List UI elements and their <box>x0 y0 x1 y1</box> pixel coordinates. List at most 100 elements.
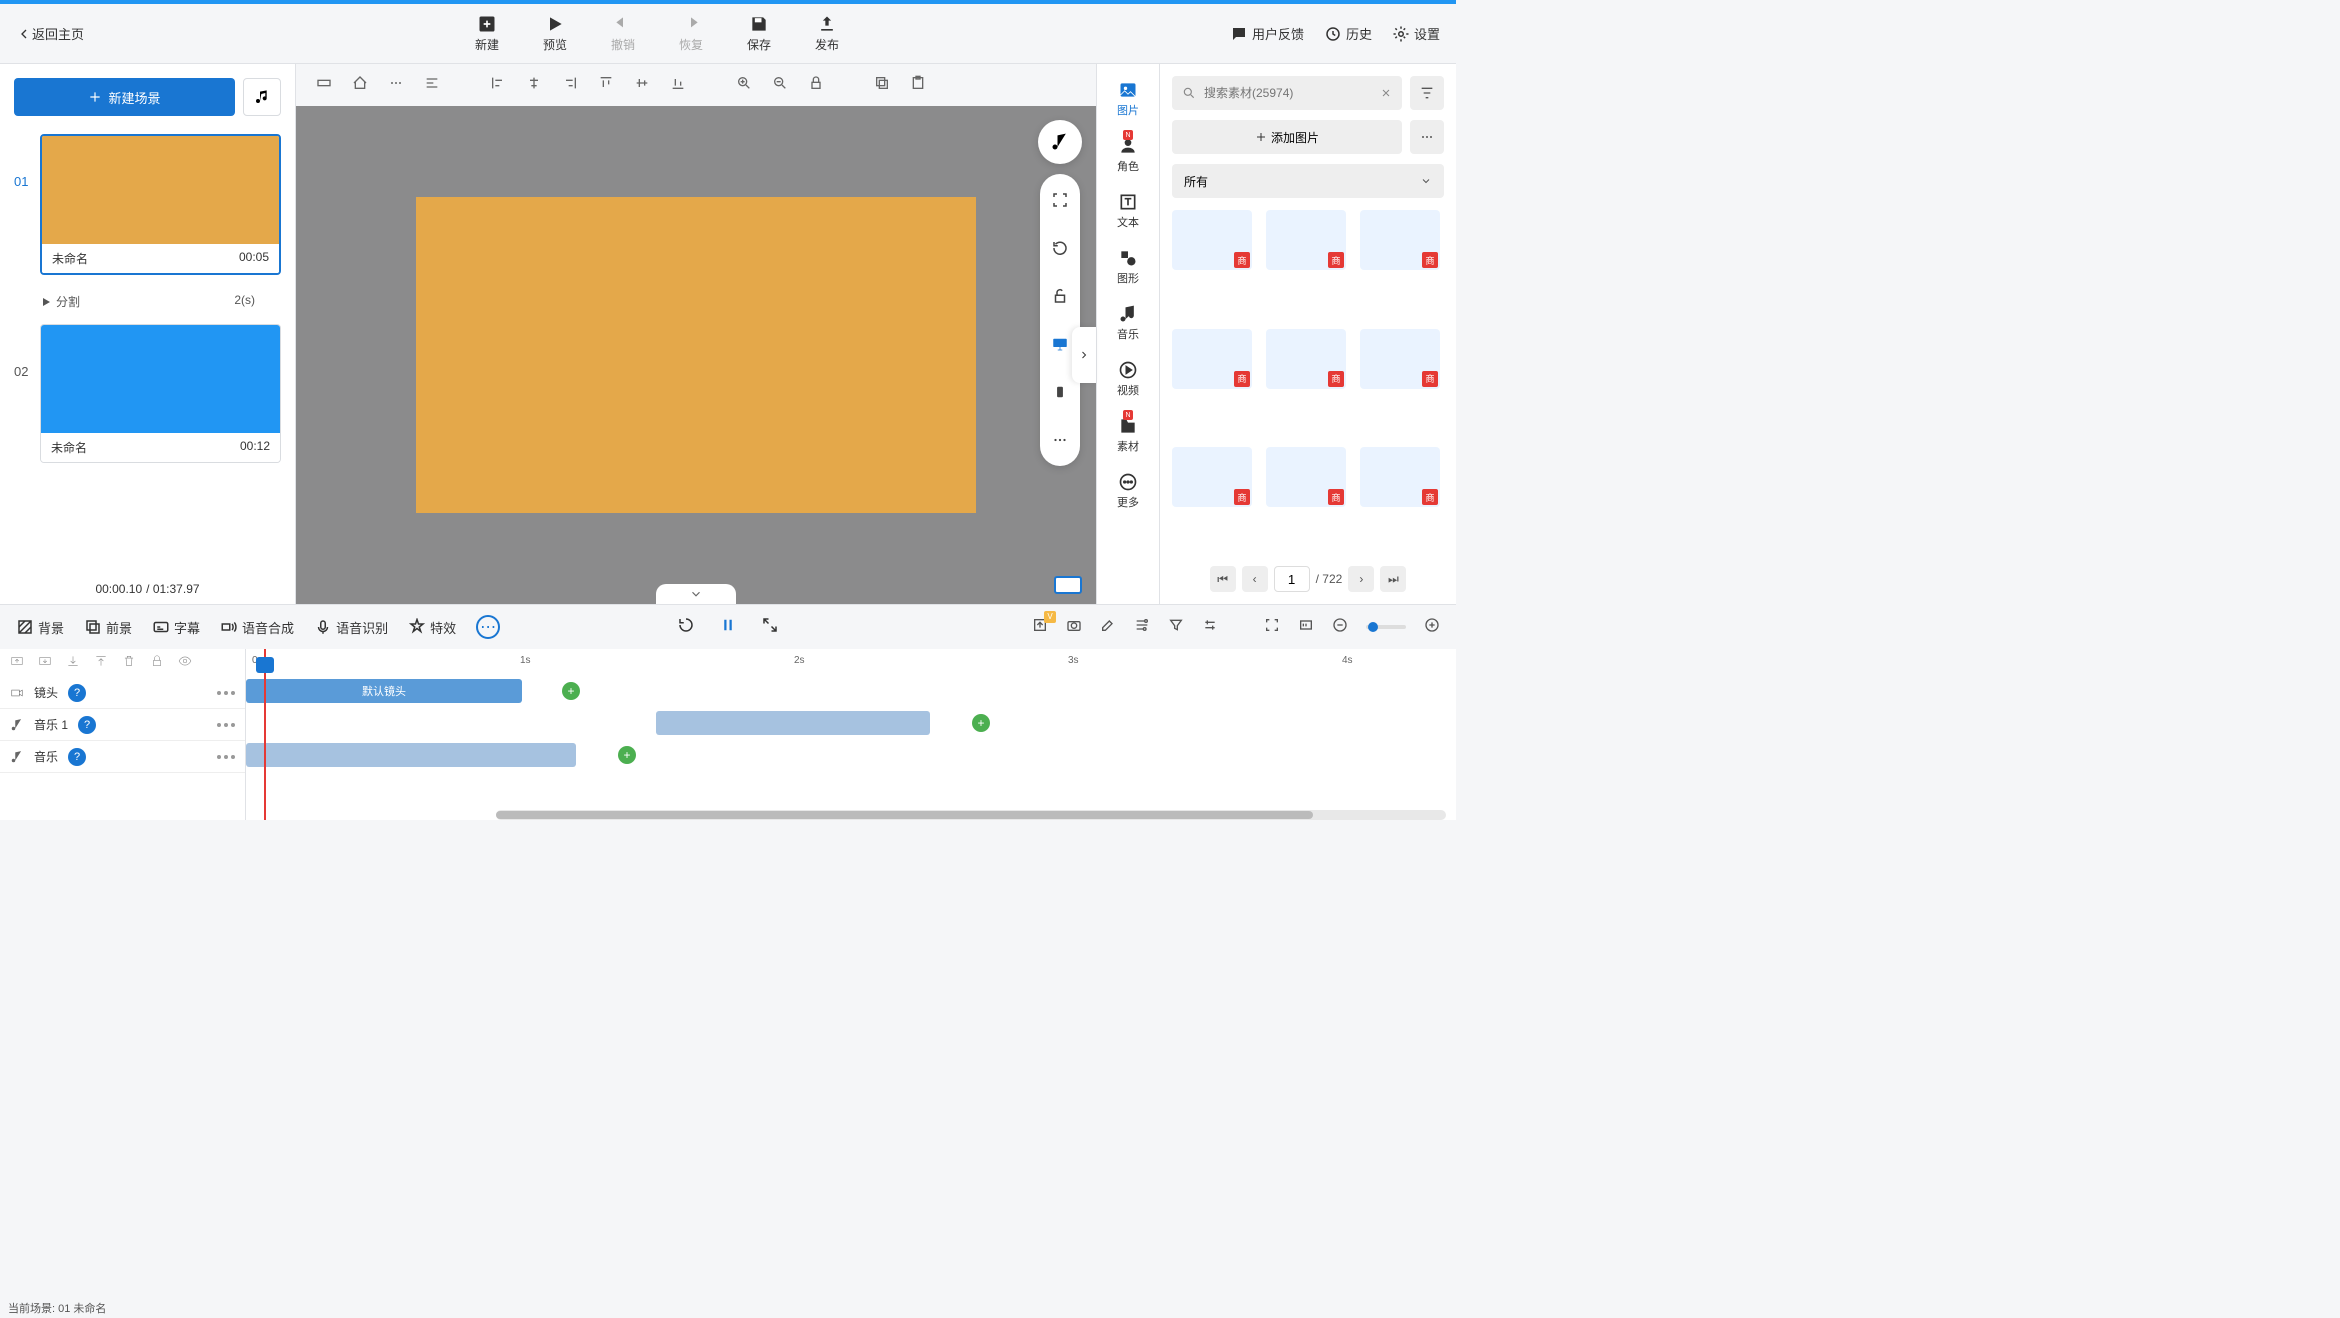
first-page-button[interactable]: ⏮ <box>1210 566 1236 592</box>
fit-icon[interactable] <box>1264 617 1280 638</box>
add-clip-button[interactable]: + <box>618 746 636 764</box>
add-clip-button[interactable]: + <box>562 682 580 700</box>
folder-in-icon[interactable] <box>10 654 24 673</box>
copy-icon[interactable] <box>874 75 890 96</box>
history-button[interactable]: 历史 <box>1324 24 1372 43</box>
expand-right-button[interactable] <box>1072 327 1096 383</box>
asset-tile[interactable]: 商 <box>1266 447 1346 507</box>
new-button[interactable]: 新建 <box>475 14 499 53</box>
zoom-in-tl-icon[interactable] <box>1424 617 1440 638</box>
fg-tab[interactable]: 前景 <box>84 618 132 637</box>
zoom-in-icon[interactable] <box>736 75 752 96</box>
more-tools-button[interactable]: ⋯ <box>476 615 500 639</box>
help-icon[interactable]: ? <box>68 684 86 702</box>
more-options-button[interactable] <box>1410 120 1444 154</box>
zoom-out-icon[interactable] <box>772 75 788 96</box>
filter-icon[interactable] <box>1168 617 1184 638</box>
camera-clip[interactable]: 默认镜头 <box>246 679 522 703</box>
track-music[interactable]: 音乐 ? <box>0 741 245 773</box>
asset-tile[interactable]: 商 <box>1266 329 1346 389</box>
more-icon[interactable] <box>388 75 404 96</box>
bg-tab[interactable]: 背景 <box>16 618 64 637</box>
audio-clip-1[interactable] <box>656 711 930 735</box>
back-button[interactable]: 返回主页 <box>16 24 84 43</box>
tab-role[interactable]: N角色 <box>1117 132 1139 178</box>
more-dots-icon[interactable] <box>1044 424 1076 456</box>
last-page-button[interactable]: ⏭ <box>1380 566 1406 592</box>
add-clip-button[interactable]: + <box>972 714 990 732</box>
expand-button[interactable] <box>761 616 779 639</box>
fullscreen-icon[interactable] <box>1044 184 1076 216</box>
eye-icon[interactable] <box>178 654 192 673</box>
paste-icon[interactable] <box>910 75 926 96</box>
align-left-icon[interactable] <box>424 75 440 96</box>
category-select[interactable]: 所有 <box>1172 164 1444 198</box>
filter-button[interactable] <box>1410 76 1444 110</box>
split-row[interactable]: 分割 2(s) <box>14 289 281 310</box>
clear-icon[interactable] <box>1380 87 1392 99</box>
rotate-icon[interactable] <box>1044 232 1076 264</box>
tab-more[interactable]: 更多 <box>1117 468 1139 514</box>
trash-icon[interactable] <box>122 654 136 673</box>
publish-button[interactable]: 发布 <box>815 14 839 53</box>
camera-icon[interactable] <box>1066 617 1082 638</box>
scene-item-2[interactable]: 02 未命名00:12 <box>14 324 281 463</box>
timeline-scrollbar[interactable] <box>496 810 1446 820</box>
feedback-button[interactable]: 用户反馈 <box>1230 24 1304 43</box>
settings-icon[interactable] <box>1134 617 1150 638</box>
ruler-icon[interactable] <box>316 75 332 96</box>
save-button[interactable]: 保存 <box>747 14 771 53</box>
tab-text[interactable]: 文本 <box>1117 188 1139 234</box>
align-t-icon[interactable] <box>598 75 614 96</box>
subtitle-tab[interactable]: 字幕 <box>152 618 200 637</box>
align-m-icon[interactable] <box>634 75 650 96</box>
tab-video[interactable]: 视频 <box>1117 356 1139 402</box>
rewind-button[interactable] <box>677 616 695 639</box>
zoom-slider[interactable] <box>1366 625 1406 629</box>
asr-tab[interactable]: 语音识别 <box>314 618 388 637</box>
search-input[interactable] <box>1172 76 1402 110</box>
page-input[interactable] <box>1274 566 1310 592</box>
scene-item-1[interactable]: 01 未命名00:05 <box>14 134 281 275</box>
audio-clip-2[interactable] <box>246 743 576 767</box>
help-icon[interactable]: ? <box>78 716 96 734</box>
fx-tab[interactable]: 特效 <box>408 618 456 637</box>
tts-tab[interactable]: 语音合成 <box>220 618 294 637</box>
scene-music-button[interactable] <box>243 78 281 116</box>
align-r-icon[interactable] <box>562 75 578 96</box>
asset-tile[interactable]: 商 <box>1172 329 1252 389</box>
upload-icon[interactable] <box>94 654 108 673</box>
adjust-icon[interactable] <box>1202 617 1218 638</box>
track-camera[interactable]: 镜头 ? <box>0 677 245 709</box>
asset-tile[interactable]: 商 <box>1360 210 1440 270</box>
playhead[interactable] <box>264 649 266 820</box>
align-l-icon[interactable] <box>490 75 506 96</box>
prev-page-button[interactable]: ‹ <box>1242 566 1268 592</box>
canvas-aspect-badge[interactable] <box>1054 576 1082 594</box>
canvas-collapse-handle[interactable] <box>656 584 736 604</box>
next-page-button[interactable]: › <box>1348 566 1374 592</box>
home-icon[interactable] <box>352 75 368 96</box>
add-image-button[interactable]: 添加图片 <box>1172 120 1402 154</box>
tab-music[interactable]: 音乐 <box>1117 300 1139 346</box>
preview-button[interactable]: 预览 <box>543 14 567 53</box>
pause-button[interactable] <box>719 616 737 639</box>
asset-tile[interactable]: 商 <box>1360 329 1440 389</box>
zoom-out-tl-icon[interactable] <box>1332 617 1348 638</box>
align-b-icon[interactable] <box>670 75 686 96</box>
timeline-ruler[interactable]: 0s 1s 2s 3s 4s <box>246 649 1456 677</box>
canvas-music-fab[interactable] <box>1038 120 1082 164</box>
redo-button[interactable]: 恢复 <box>679 14 703 53</box>
ratio-icon[interactable] <box>1298 617 1314 638</box>
edit-icon[interactable] <box>1100 617 1116 638</box>
asset-tile[interactable]: 商 <box>1172 447 1252 507</box>
tab-shape[interactable]: 图形 <box>1117 244 1139 290</box>
export-button[interactable]: V <box>1032 617 1048 638</box>
mobile-icon[interactable] <box>1044 376 1076 408</box>
new-scene-button[interactable]: 新建场景 <box>14 78 235 116</box>
track-music1[interactable]: 音乐 1 ? <box>0 709 245 741</box>
asset-tile[interactable]: 商 <box>1360 447 1440 507</box>
help-icon[interactable]: ? <box>68 748 86 766</box>
unlock-icon[interactable] <box>1044 280 1076 312</box>
download-icon[interactable] <box>66 654 80 673</box>
